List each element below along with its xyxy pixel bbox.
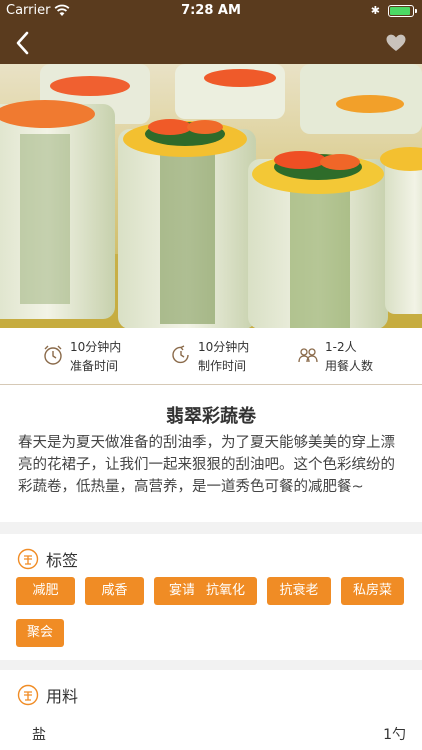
tags-title: 标签 xyxy=(46,551,79,570)
tag-chip[interactable]: 减肥 xyxy=(16,577,75,605)
timer-icon xyxy=(172,345,189,364)
ingredient-row: 盐 1勺 xyxy=(0,722,422,746)
recipe-title: 翡翠彩蔬卷 xyxy=(166,406,256,427)
tag-chip[interactable]: 私房菜 xyxy=(341,577,404,605)
ingredients-section: 用料 盐 1勺 xyxy=(0,670,422,750)
cook-time-label: 制作时间 xyxy=(198,359,247,373)
ingredients-title: 用料 xyxy=(46,687,79,706)
recipe-info-bar: 10分钟内 准备时间 10分钟内 制作时间 1-2人 用餐人数 xyxy=(0,328,422,385)
cook-time-value: 10分钟内 xyxy=(198,340,250,354)
diners-icon xyxy=(298,348,318,363)
recipe-description-card: 翡翠彩蔬卷 春天是为夏天做准备的刮油季，为了夏天能够美美的穿上漂亮的花裙子，让我… xyxy=(0,385,422,522)
tag-section-icon xyxy=(17,548,39,570)
prep-time-label: 准备时间 xyxy=(70,359,119,373)
tag-chip[interactable]: 抗衰老 xyxy=(267,577,331,605)
battery-icon xyxy=(388,5,417,17)
status-bar: Carrier 7:28 AM ✱ xyxy=(0,0,422,22)
tag-chip[interactable]: 咸香 xyxy=(85,577,144,605)
recipe-description: 春天是为夏天做准备的刮油季，为了夏天能够美美的穿上漂亮的花裙子，让我们一起来狠狠… xyxy=(18,435,395,495)
ingredient-name: 盐 xyxy=(32,727,46,743)
tag-chip[interactable]: 抗氧化 xyxy=(194,577,257,605)
status-time: 7:28 AM xyxy=(181,3,241,18)
ingredients-section-icon xyxy=(17,684,39,706)
servings-value: 1-2人 xyxy=(325,340,357,354)
servings-label: 用餐人数 xyxy=(325,359,374,373)
alarm-clock-icon xyxy=(44,345,62,365)
recipe-photo xyxy=(0,64,422,328)
ingredient-amount: 1勺 xyxy=(383,727,406,743)
favorite-heart-icon[interactable] xyxy=(386,34,406,52)
bluetooth-icon: ✱ xyxy=(370,4,380,17)
back-icon[interactable] xyxy=(12,30,34,56)
app-header: Carrier 7:28 AM ✱ xyxy=(0,0,422,64)
tag-chip[interactable]: 聚会 xyxy=(16,619,64,647)
prep-time-value: 10分钟内 xyxy=(70,340,122,354)
tags-section: 标签 减肥 咸香 宴请 抗氧化 抗衰老 私房菜 聚会 xyxy=(0,534,422,660)
